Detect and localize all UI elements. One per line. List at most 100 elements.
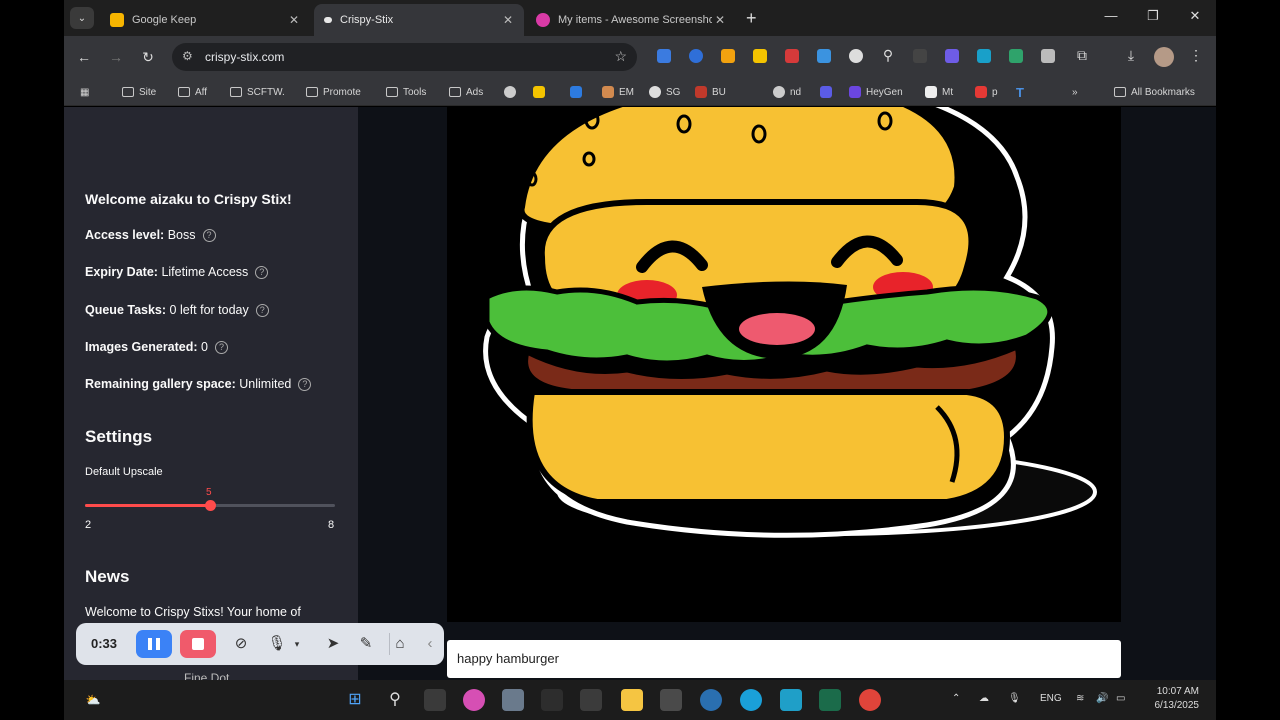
images-generated-value: 0 <box>201 340 208 354</box>
pause-button[interactable] <box>136 630 172 658</box>
extension-icon[interactable] <box>753 49 767 63</box>
bookmark-link[interactable]: HeyGen <box>849 83 903 101</box>
extension-icon[interactable] <box>849 49 863 63</box>
bookmark-folder[interactable]: Promote <box>306 83 361 101</box>
bookmark-link[interactable]: p <box>975 83 998 101</box>
help-icon[interactable]: ? <box>202 228 216 242</box>
language-indicator[interactable]: ENG <box>1040 693 1062 704</box>
clock[interactable]: 10:07 AM 6/13/2025 <box>1139 685 1200 713</box>
collapse-icon[interactable]: ‹ <box>420 634 440 654</box>
onedrive-icon[interactable]: ☁ <box>979 693 989 704</box>
extension-icon[interactable] <box>785 49 799 63</box>
site-info-icon[interactable]: ⚙ <box>182 49 193 63</box>
download-icon[interactable]: ⤓ <box>1121 47 1141 64</box>
bookmark-link[interactable]: EM <box>602 83 634 101</box>
microphone-icon[interactable]: 🎙 <box>267 634 287 654</box>
widgets-icon[interactable]: ⛅ <box>82 689 104 711</box>
extension-icon[interactable] <box>721 49 735 63</box>
generated-image[interactable] <box>447 107 1121 622</box>
search-extension-icon[interactable]: ⚲ <box>878 47 898 64</box>
close-window-icon[interactable]: ✕ <box>1185 8 1205 24</box>
all-bookmarks[interactable]: All Bookmarks <box>1114 83 1195 101</box>
bookmark-folder[interactable]: SCFTW. <box>230 83 285 101</box>
address-bar[interactable]: ⚙ crispy-stix.com ☆ <box>172 43 637 71</box>
bookmarks-bar: ▦ Site Aff SCFTW. Promote Tools Ads EM S… <box>64 78 1216 106</box>
menu-icon[interactable]: ⋮ <box>1186 47 1206 64</box>
copilot-icon[interactable] <box>463 689 485 711</box>
app-icon[interactable] <box>700 689 722 711</box>
chevron-down-icon[interactable]: ▾ <box>287 634 307 654</box>
task-view-icon[interactable] <box>424 689 446 711</box>
back-icon[interactable]: ← <box>74 47 94 67</box>
bookmark-link[interactable] <box>570 83 587 101</box>
text-tool-bookmark-icon[interactable]: T <box>1016 83 1024 101</box>
stop-button[interactable] <box>180 630 216 658</box>
close-tab-icon[interactable]: ✕ <box>500 13 516 27</box>
cursor-icon[interactable]: ➤ <box>323 634 343 654</box>
volume-icon[interactable]: 🔊 <box>1096 693 1108 704</box>
close-tab-icon[interactable]: ✕ <box>286 13 302 27</box>
bookmark-folder[interactable]: Ads <box>449 83 483 101</box>
bookmark-link[interactable]: nd <box>773 83 801 101</box>
start-icon[interactable]: ⊞ <box>344 689 366 711</box>
bookmark-folder[interactable]: Tools <box>386 83 426 101</box>
bookmark-folder[interactable]: Site <box>122 83 156 101</box>
extension-icon[interactable] <box>1041 49 1055 63</box>
bookmark-link[interactable] <box>820 83 837 101</box>
reload-icon[interactable]: ↻ <box>138 47 158 67</box>
new-tab-icon[interactable]: + <box>746 8 757 28</box>
microphone-tray-icon[interactable]: 🎙 <box>1008 693 1021 704</box>
help-icon[interactable]: ? <box>255 303 269 317</box>
bookmark-link[interactable]: Mt <box>925 83 953 101</box>
extensions-puzzle-icon[interactable]: ⧉ <box>1072 47 1092 64</box>
extension-icon[interactable] <box>817 49 831 63</box>
app-icon[interactable] <box>819 689 841 711</box>
prompt-input[interactable]: happy hamburger <box>447 640 1121 678</box>
minimize-icon[interactable]: — <box>1101 8 1121 23</box>
extension-icon[interactable] <box>977 49 991 63</box>
profile-avatar[interactable] <box>1154 47 1174 67</box>
camera-off-icon[interactable]: ⊘ <box>231 634 251 654</box>
show-hidden-icons[interactable]: ⌃ <box>952 693 960 704</box>
tab-awesome-screenshot[interactable]: My items - Awesome Screenshot ✕ <box>526 4 736 36</box>
bookmark-link[interactable] <box>533 83 550 101</box>
edge-icon[interactable] <box>740 689 762 711</box>
extension-icon[interactable] <box>945 49 959 63</box>
eraser-icon[interactable]: ⌂ <box>390 634 410 654</box>
camera-app-icon[interactable] <box>502 689 524 711</box>
apps-icon[interactable]: ▦ <box>80 83 89 101</box>
extension-icon[interactable] <box>1009 49 1023 63</box>
search-icon[interactable]: ⚲ <box>384 689 406 711</box>
chrome-icon[interactable] <box>859 689 881 711</box>
help-icon[interactable]: ? <box>214 340 228 354</box>
battery-icon[interactable]: ▭ <box>1116 693 1125 704</box>
gallery-space-label: Remaining gallery space: <box>85 377 236 391</box>
extension-icon[interactable] <box>913 49 927 63</box>
more-bookmarks-icon[interactable]: » <box>1072 83 1078 101</box>
extension-icon[interactable] <box>689 49 703 63</box>
web-page: Welcome aizaku to Crispy Stix! Access le… <box>64 107 1216 680</box>
file-explorer-icon[interactable] <box>621 689 643 711</box>
pen-icon[interactable]: ✎ <box>356 634 376 654</box>
tab-crispy-stix[interactable]: Crispy-Stix ✕ <box>314 4 524 36</box>
tab-search-button[interactable]: ⌄ <box>70 7 94 29</box>
help-icon[interactable]: ? <box>298 377 312 391</box>
bookmark-folder[interactable]: Aff <box>178 83 207 101</box>
wifi-icon[interactable]: ≋ <box>1076 693 1084 704</box>
terminal-icon[interactable] <box>660 689 682 711</box>
forward-icon[interactable]: → <box>106 47 126 67</box>
upscale-slider[interactable]: 5 <box>85 487 335 511</box>
tab-google-keep[interactable]: Google Keep ✕ <box>100 4 310 36</box>
maximize-icon[interactable]: ❐ <box>1143 8 1163 24</box>
app-icon[interactable] <box>780 689 802 711</box>
help-icon[interactable]: ? <box>255 265 269 279</box>
bookmark-star-icon[interactable]: ☆ <box>614 48 627 65</box>
slider-thumb[interactable] <box>205 500 216 511</box>
app-icon[interactable] <box>541 689 563 711</box>
bookmark-link[interactable]: SG <box>649 83 680 101</box>
bookmark-link[interactable]: BU <box>695 83 726 101</box>
close-tab-icon[interactable]: ✕ <box>712 13 728 27</box>
app-icon[interactable] <box>580 689 602 711</box>
bookmark-link[interactable] <box>504 83 521 101</box>
extension-icon[interactable] <box>657 49 671 63</box>
